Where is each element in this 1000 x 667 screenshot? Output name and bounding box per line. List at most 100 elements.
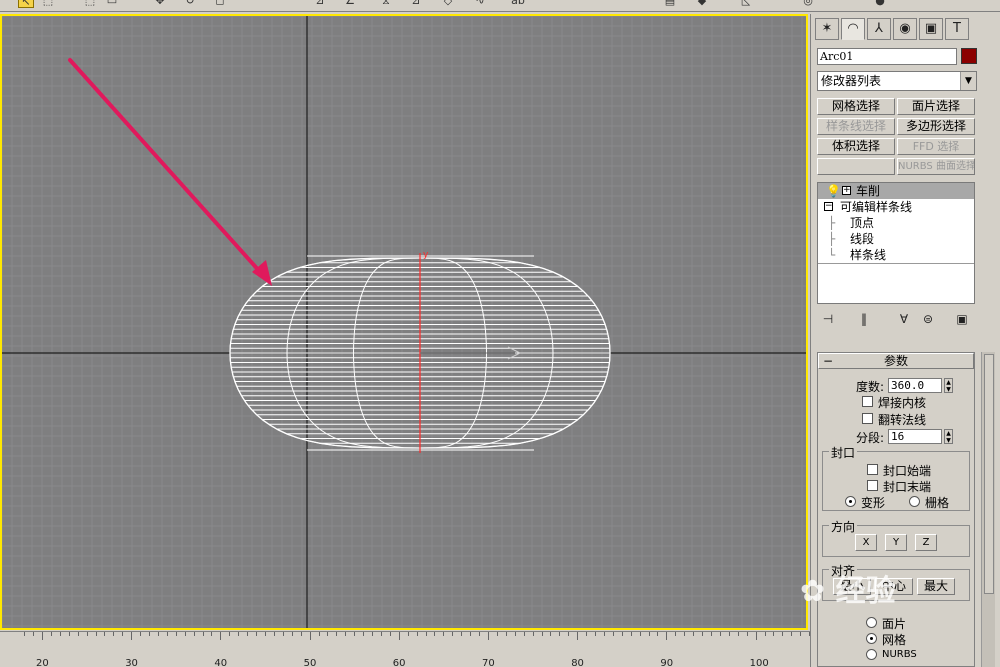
modifier-stack[interactable]: 💡 + 车削 − 可编辑样条线 ├ 顶点 ├ 线段 └ 样条线 xyxy=(817,182,975,304)
ruler-tick xyxy=(684,632,686,636)
ruler-tick xyxy=(220,632,222,640)
ruler-tick xyxy=(229,632,231,636)
time-ruler[interactable]: 20 30 40 50 60 70 80 90 100 xyxy=(0,631,828,667)
align-min-button[interactable]: 最小 xyxy=(833,578,871,595)
morph-radio[interactable] xyxy=(845,496,856,507)
stack-item-segment[interactable]: ├ 线段 xyxy=(818,231,974,247)
ruler-tick xyxy=(42,632,43,640)
ruler-tick xyxy=(95,632,97,636)
ruler-tick xyxy=(193,632,195,636)
show-end-result-icon[interactable]: ‖ xyxy=(855,310,873,328)
segments-spinner-arrows[interactable]: ▲ ▼ xyxy=(944,429,953,444)
output-patch-radio[interactable] xyxy=(866,617,877,628)
make-unique-icon[interactable]: ∀ xyxy=(895,310,913,328)
flip-normals-checkbox[interactable] xyxy=(862,413,873,424)
weld-core-checkbox[interactable] xyxy=(862,396,873,407)
cap-start-label: 封口始端 xyxy=(883,464,932,478)
ruler-tick xyxy=(238,632,240,636)
ruler-tick xyxy=(309,632,311,640)
empty-modifier-button[interactable] xyxy=(817,158,895,175)
chevron-down-icon[interactable]: ▼ xyxy=(960,72,976,90)
align-max-button[interactable]: 最大 xyxy=(917,578,955,595)
modify-tab-icon[interactable]: ◠ xyxy=(841,18,865,40)
cap-end-checkbox[interactable] xyxy=(867,480,878,491)
ruler-tick xyxy=(291,632,293,636)
direction-y-button[interactable]: Y xyxy=(885,534,907,551)
stack-item-editable-spline[interactable]: − 可编辑样条线 xyxy=(818,199,974,215)
output-mesh-label: 网格 xyxy=(882,633,907,647)
mesh-select-button[interactable]: 网格选择 xyxy=(817,98,895,115)
vol-select-button[interactable]: 体积选择 xyxy=(817,138,895,155)
create-tab-icon[interactable]: ✶ xyxy=(815,18,839,40)
object-name-field[interactable]: Arc01 xyxy=(817,48,957,65)
ruler-label: 70 xyxy=(482,658,495,667)
ruler-tick xyxy=(256,632,258,636)
capping-group: 封口 封口始端 封口末端 变形 栅格 xyxy=(822,444,970,511)
parameters-rollout: − 参数 度数: 360.0 ▲ ▼ 焊接内核 翻转法线 分段: 16 ▲ ▼ 封口… xyxy=(817,352,975,667)
ruler-tick xyxy=(711,632,712,636)
stack-item-vertex[interactable]: ├ 顶点 xyxy=(818,215,974,231)
ruler-tick xyxy=(380,632,382,636)
expand-icon[interactable]: + xyxy=(842,186,851,195)
hierarchy-tab-icon[interactable]: ⅄ xyxy=(867,18,891,40)
ruler-tick xyxy=(166,632,168,636)
ruler-label: 20 xyxy=(36,658,49,667)
direction-z-button[interactable]: Z xyxy=(915,534,937,551)
grid-radio[interactable] xyxy=(909,496,920,507)
lightbulb-icon[interactable]: 💡 xyxy=(826,183,841,199)
ruler-tick xyxy=(434,632,436,636)
poly-select-button[interactable]: 多边形选择 xyxy=(897,118,975,135)
tree-line-icon: ├ xyxy=(828,232,836,246)
collapse-rollout-icon[interactable]: − xyxy=(823,354,833,368)
direction-x-button[interactable]: X xyxy=(855,534,877,551)
annotation-layer xyxy=(68,58,272,286)
tree-line-icon: └ xyxy=(828,248,836,262)
ruler-tick xyxy=(140,632,142,636)
output-mesh-radio[interactable] xyxy=(866,633,877,644)
quick-render-icon[interactable]: ● xyxy=(872,0,888,8)
ruler-tick xyxy=(389,632,391,636)
ruler-tick xyxy=(86,632,88,636)
align-center-button[interactable]: 中心 xyxy=(875,578,913,595)
remove-modifier-icon[interactable]: ⊜ xyxy=(919,310,937,328)
pin-stack-icon[interactable]: ⊣ xyxy=(819,310,837,328)
ruler-tick xyxy=(273,632,275,636)
weld-core-label: 焊接内核 xyxy=(878,396,927,410)
align-group: 对齐 最小 中心 最大 xyxy=(822,562,970,601)
ruler-tick xyxy=(425,632,427,636)
collapse-icon[interactable]: − xyxy=(824,202,833,211)
ruler-tick xyxy=(728,632,730,636)
object-color-swatch[interactable] xyxy=(961,48,977,64)
panel-scroll-thumb[interactable] xyxy=(984,354,994,594)
ruler-tick xyxy=(719,632,721,636)
segments-input[interactable]: 16 xyxy=(888,429,942,444)
configure-sets-icon[interactable]: ▣ xyxy=(953,310,971,328)
output-nurbs-radio[interactable] xyxy=(866,649,877,660)
direction-group: 方向 X Y Z xyxy=(822,518,970,557)
parameters-rollout-header[interactable]: − 参数 xyxy=(818,353,974,369)
stack-item-lathe[interactable]: 💡 + 车削 xyxy=(818,183,974,199)
ruler-tick xyxy=(372,632,374,636)
ruler-tick xyxy=(612,632,614,636)
nurbs-surface-select-button[interactable]: NURBS 曲面选择 xyxy=(897,158,975,175)
ruler-tick xyxy=(657,632,659,636)
ruler-tick xyxy=(621,632,623,636)
degrees-input[interactable]: 360.0 xyxy=(888,378,942,393)
panel-scrollbar[interactable] xyxy=(981,352,995,667)
degrees-spinner-arrows[interactable]: ▲ ▼ xyxy=(944,378,953,393)
align-group-title: 对齐 xyxy=(829,562,858,579)
ruler-tick xyxy=(514,632,516,636)
ruler-tick xyxy=(523,632,525,636)
utilities-tab-icon[interactable]: T xyxy=(945,18,969,40)
ruler-tick xyxy=(782,632,784,636)
display-tab-icon[interactable]: ▣ xyxy=(919,18,943,40)
spline-select-button[interactable]: 样条线选择 xyxy=(817,118,895,135)
cap-start-checkbox[interactable] xyxy=(867,464,878,475)
patch-select-button[interactable]: 面片选择 xyxy=(897,98,975,115)
ffd-select-button[interactable]: FFD 选择 xyxy=(897,138,975,155)
ruler-tick xyxy=(595,632,597,636)
stack-item-spline[interactable]: └ 样条线 xyxy=(818,247,974,263)
ruler-tick xyxy=(666,632,668,640)
modifier-list-dropdown[interactable]: 修改器列表 ▼ xyxy=(817,71,977,91)
motion-tab-icon[interactable]: ◉ xyxy=(893,18,917,40)
